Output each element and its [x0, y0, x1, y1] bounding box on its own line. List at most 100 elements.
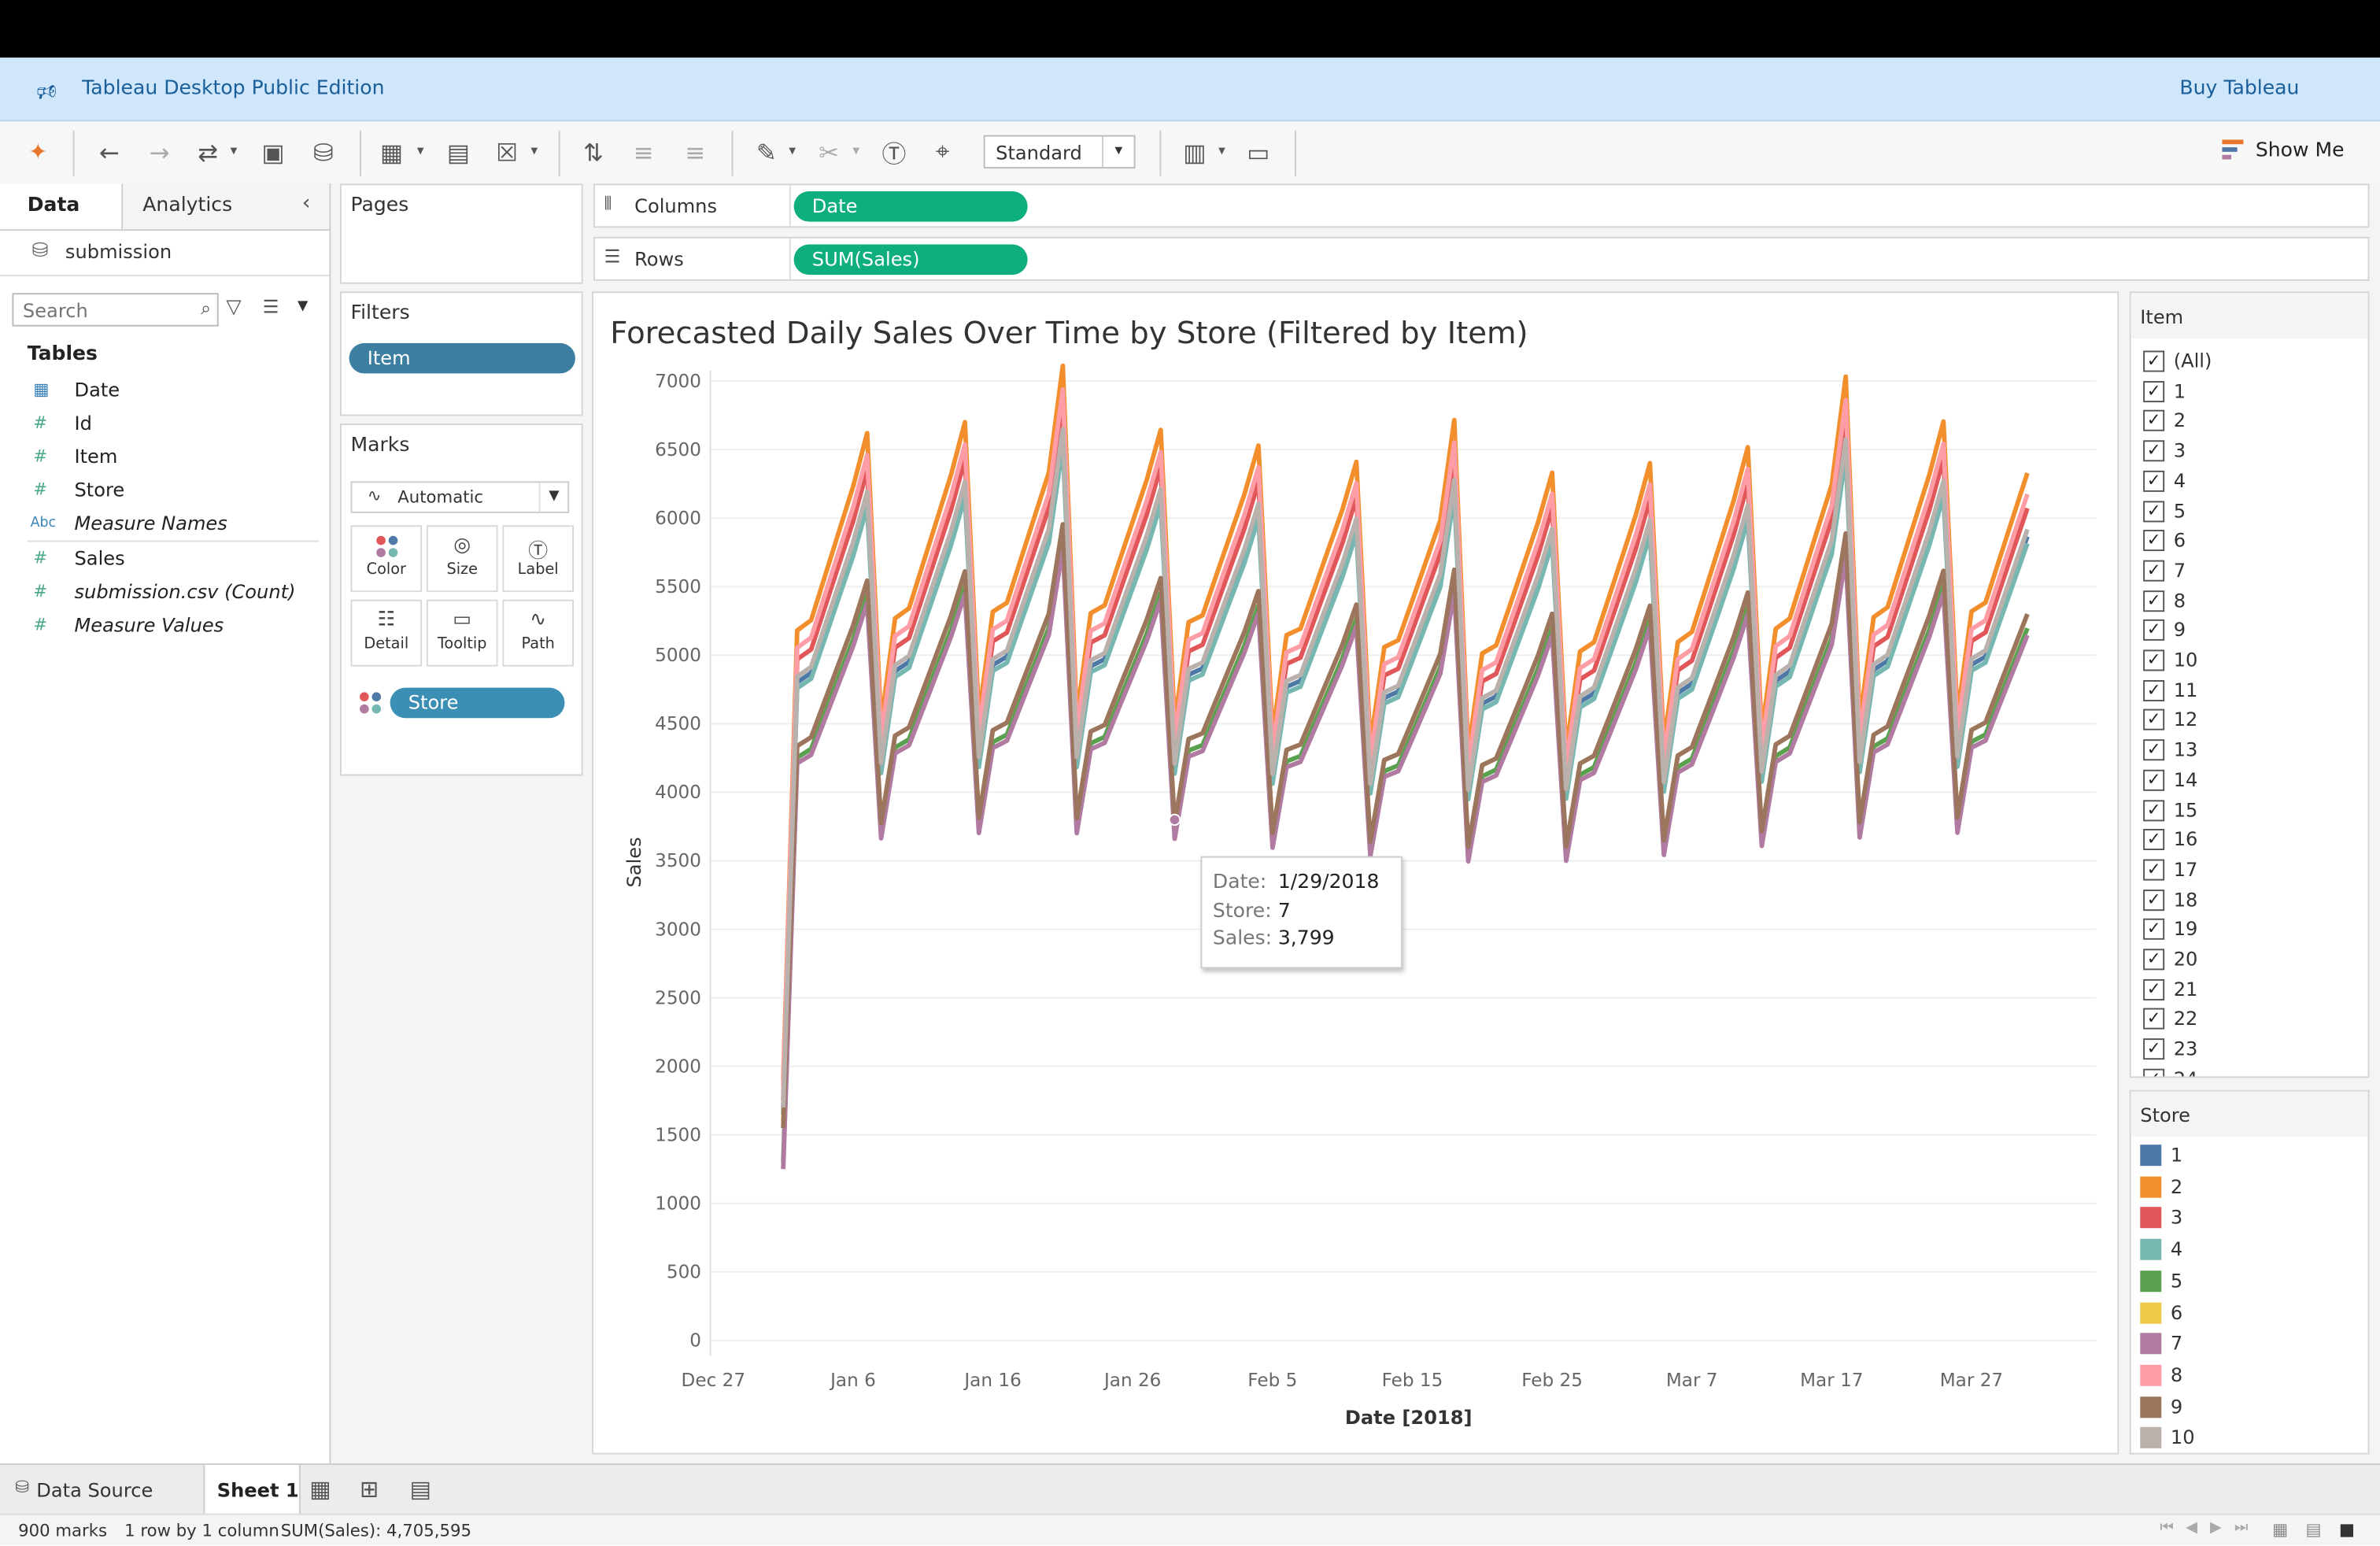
item-filter-option[interactable]: ✓ 18 — [2143, 886, 2356, 914]
item-filter-option[interactable]: ✓ 10 — [2143, 647, 2356, 675]
item-filter-option[interactable]: ✓ 11 — [2143, 677, 2356, 705]
view-options-icon[interactable]: ☰ — [263, 296, 279, 317]
item-filter-option[interactable]: ✓ (All) — [2143, 348, 2356, 375]
item-filter-option[interactable]: ✓ 13 — [2143, 737, 2356, 764]
new-datasource-icon[interactable]: ⛁ — [307, 135, 340, 168]
tooltip-button[interactable]: ▭ Tooltip — [426, 599, 498, 667]
collapse-pane-icon[interactable]: ‹ — [302, 191, 311, 216]
checkbox-checked-icon[interactable]: ✓ — [2143, 1008, 2165, 1030]
field-row[interactable]: # Store — [0, 477, 319, 508]
rows-pill-sum-sales[interactable]: SUM(Sales) — [793, 244, 1028, 276]
item-filter-option[interactable]: ✓ 23 — [2143, 1035, 2356, 1063]
item-filter-option[interactable]: ✓ 15 — [2143, 797, 2356, 824]
sheet-tab-active[interactable]: Sheet 1 — [203, 1465, 301, 1515]
checkbox-checked-icon[interactable]: ✓ — [2143, 590, 2165, 612]
size-button[interactable]: ◎ Size — [426, 525, 498, 593]
pin-icon[interactable]: ⌖ — [926, 135, 959, 168]
search-field[interactable]: ⌕ — [12, 293, 219, 327]
item-filter-option[interactable]: ✓ 12 — [2143, 707, 2356, 734]
field-row[interactable]: ▦ Date — [0, 376, 319, 407]
store-legend-item[interactable]: 2 — [2140, 1171, 2352, 1202]
item-filter-option[interactable]: ✓ 14 — [2143, 767, 2356, 794]
filter-pill-item[interactable]: Item — [349, 342, 575, 374]
chevron-down-icon[interactable]: ▾ — [412, 135, 430, 168]
view-panel[interactable]: Forecasted Daily Sales Over Time by Stor… — [592, 291, 2119, 1455]
field-row[interactable]: # Sales — [0, 545, 319, 575]
checkbox-checked-icon[interactable]: ✓ — [2143, 949, 2165, 971]
chevron-down-icon[interactable]: ▾ — [525, 135, 543, 168]
field-row[interactable]: # Item — [0, 443, 319, 474]
item-filter-option[interactable]: ✓ 7 — [2143, 557, 2356, 585]
data-source-tab[interactable]: ⛁ Data Source — [0, 1465, 203, 1515]
checkbox-checked-icon[interactable]: ✓ — [2143, 649, 2165, 671]
search-input[interactable] — [20, 297, 178, 324]
sort-descending-icon[interactable]: ≡ — [678, 135, 711, 168]
columns-shelf[interactable]: ⫴ Columns Date — [593, 183, 2370, 228]
checkbox-checked-icon[interactable]: ✓ — [2143, 769, 2165, 791]
undo-icon[interactable]: ← — [93, 135, 126, 168]
store-legend-item[interactable]: 10 — [2140, 1423, 2352, 1453]
new-story-icon[interactable]: ▤ — [410, 1476, 431, 1503]
filmstrip-view-icon[interactable]: ■ — [2339, 1519, 2355, 1539]
store-legend-item[interactable]: 4 — [2140, 1234, 2352, 1265]
filter-fields-icon[interactable]: ▽ — [226, 296, 241, 319]
checkbox-checked-icon[interactable]: ✓ — [2143, 919, 2165, 941]
grid-view-icon[interactable]: ▦ — [2272, 1519, 2288, 1539]
checkbox-checked-icon[interactable]: ✓ — [2143, 500, 2165, 522]
detail-button[interactable]: ☷ Detail — [350, 599, 423, 667]
item-filter-option[interactable]: ✓ 1 — [2143, 378, 2356, 405]
marks-pill-store[interactable]: Store — [390, 687, 565, 719]
swap-axes-icon[interactable]: ⇅ — [577, 135, 610, 168]
chevron-down-icon[interactable]: ▼ — [298, 299, 308, 314]
new-worksheet-icon[interactable]: ▦ — [309, 1476, 331, 1503]
item-filter-option[interactable]: ✓ 19 — [2143, 916, 2356, 944]
checkbox-checked-icon[interactable]: ✓ — [2143, 530, 2165, 552]
show-labels-icon[interactable]: Ⓣ — [878, 135, 911, 168]
color-button[interactable]: Color — [350, 525, 423, 593]
pages-card[interactable]: Pages — [339, 183, 583, 284]
checkbox-checked-icon[interactable]: ✓ — [2143, 889, 2165, 911]
store-legend-item[interactable]: 9 — [2140, 1392, 2352, 1422]
store-legend-item[interactable]: 7 — [2140, 1329, 2352, 1359]
buy-tableau-link[interactable]: Buy Tableau — [2179, 77, 2299, 100]
sort-ascending-icon[interactable]: ≡ — [626, 135, 660, 168]
checkbox-checked-icon[interactable]: ✓ — [2143, 1068, 2165, 1077]
show-cards-icon[interactable]: ▥ — [1178, 135, 1211, 168]
store-legend-item[interactable]: 8 — [2140, 1360, 2352, 1391]
checkbox-checked-icon[interactable]: ✓ — [2143, 739, 2165, 761]
tab-analytics[interactable]: Analytics ‹ — [123, 183, 330, 230]
prev-page-icon[interactable]: ◀ — [2186, 1519, 2197, 1536]
mark-type-dropdown[interactable]: ∿ Automatic ▼ — [350, 481, 570, 513]
new-worksheet-icon[interactable]: ▦ — [375, 135, 408, 168]
datasource-name[interactable]: submission — [65, 240, 172, 263]
field-row[interactable]: # submission.csv (Count) — [0, 579, 319, 609]
item-filter-option[interactable]: ✓ 20 — [2143, 945, 2356, 973]
chevron-down-icon[interactable]: ▾ — [847, 135, 865, 168]
columns-pill-date[interactable]: Date — [793, 190, 1028, 222]
replay-icon[interactable]: ⇄ — [191, 135, 224, 168]
checkbox-checked-icon[interactable]: ✓ — [2143, 859, 2165, 881]
checkbox-checked-icon[interactable]: ✓ — [2143, 620, 2165, 642]
redo-icon[interactable]: → — [142, 135, 176, 168]
item-filter-option[interactable]: ✓ 8 — [2143, 587, 2356, 615]
checkbox-checked-icon[interactable]: ✓ — [2143, 410, 2165, 432]
first-page-icon[interactable]: ⏮ — [2160, 1519, 2173, 1536]
filters-card[interactable]: Filters Item — [339, 291, 583, 416]
group-members-icon[interactable]: ✂ — [812, 135, 845, 168]
checkbox-checked-icon[interactable]: ✓ — [2143, 978, 2165, 1000]
checkbox-checked-icon[interactable]: ✓ — [2143, 350, 2165, 372]
list-view-icon[interactable]: ▤ — [2305, 1519, 2321, 1539]
item-filter-option[interactable]: ✓ 5 — [2143, 497, 2356, 525]
checkbox-checked-icon[interactable]: ✓ — [2143, 829, 2165, 851]
rows-shelf[interactable]: ☰ Rows SUM(Sales) — [593, 236, 2370, 281]
checkbox-checked-icon[interactable]: ✓ — [2143, 679, 2165, 701]
item-filter-option[interactable]: ✓ 9 — [2143, 617, 2356, 645]
item-filter-option[interactable]: ✓ 24 — [2143, 1065, 2356, 1077]
store-legend-item[interactable]: 6 — [2140, 1297, 2352, 1328]
new-dashboard-icon[interactable]: ⊞ — [360, 1476, 379, 1503]
item-filter-option[interactable]: ✓ 6 — [2143, 527, 2356, 555]
label-button[interactable]: Ⓣ Label — [502, 525, 574, 593]
store-legend-item[interactable]: 3 — [2140, 1203, 2352, 1233]
item-filter-option[interactable]: ✓ 2 — [2143, 408, 2356, 435]
checkbox-checked-icon[interactable]: ✓ — [2143, 380, 2165, 402]
